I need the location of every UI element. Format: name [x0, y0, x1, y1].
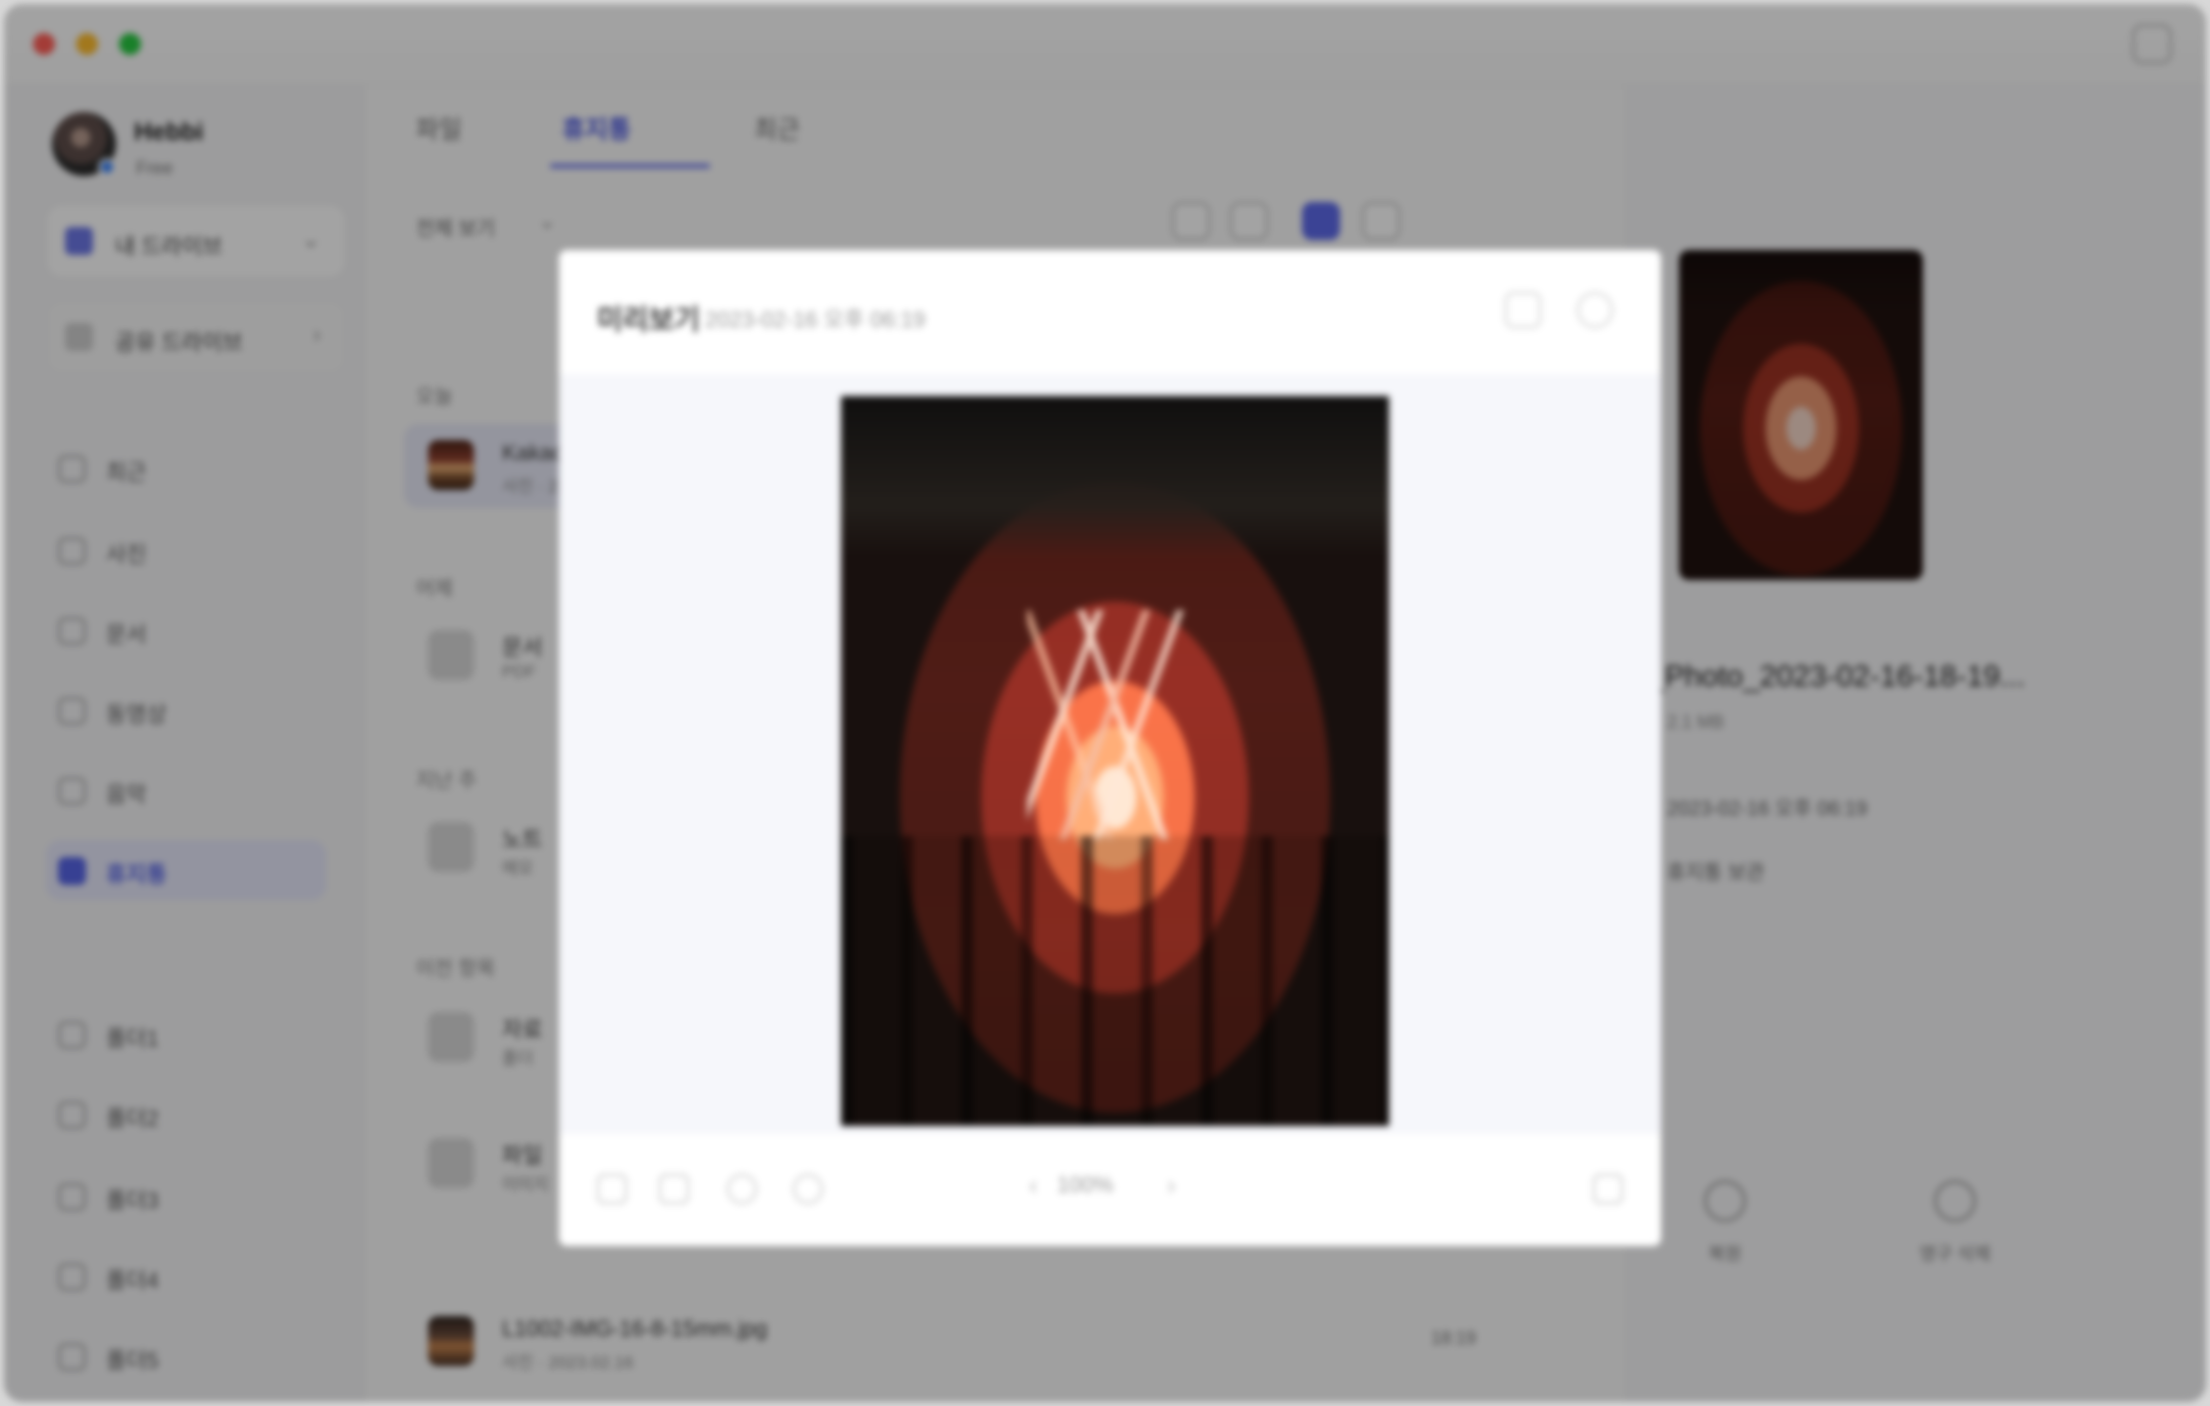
- modal-header: 미리보기 2023-02-16 오후 06:19: [559, 250, 1661, 374]
- close-icon[interactable]: [1577, 292, 1613, 328]
- info-icon[interactable]: [659, 1174, 689, 1204]
- chevron-right-icon[interactable]: ›: [1167, 1170, 1176, 1201]
- share-icon[interactable]: [1505, 292, 1541, 328]
- upload-icon[interactable]: [1593, 1174, 1623, 1204]
- modal-footer: ‹ 100% ›: [559, 1134, 1661, 1246]
- modal-subtitle: 2023-02-16 오후 06:19: [705, 307, 926, 332]
- app-window: Hebbi Free 내 드라이브 ⌄ 공유 드라이브 › 최근 사진 문서 동…: [4, 4, 2206, 1402]
- modal-body: [559, 374, 1661, 1134]
- rotate-right-icon[interactable]: [793, 1174, 823, 1204]
- preview-image: [841, 396, 1389, 1126]
- zoom-level[interactable]: 100%: [1057, 1172, 1113, 1198]
- image-preview-modal: 미리보기 2023-02-16 오후 06:19 ‹ 100% ›: [559, 250, 1661, 1246]
- chevron-left-icon[interactable]: ‹: [1029, 1170, 1038, 1201]
- download-icon[interactable]: [597, 1174, 627, 1204]
- modal-title: 미리보기: [597, 304, 701, 335]
- rotate-left-icon[interactable]: [727, 1174, 757, 1204]
